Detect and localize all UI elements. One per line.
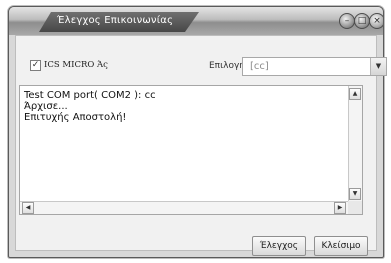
log-line: Test COM port( COM2 ): cc [24, 90, 156, 101]
options-row: ✓ ICS MICRO Άς Επιλογή [cc] ▼ [30, 56, 387, 76]
scroll-down-icon[interactable]: ▼ [349, 188, 361, 200]
select-label: Επιλογή [209, 61, 246, 71]
selection-dropdown[interactable]: [cc] ▼ [242, 57, 387, 76]
close-button[interactable]: Κλείσιμο [314, 236, 368, 256]
horizontal-scrollbar[interactable]: ◀ ▶ [20, 201, 348, 214]
log-output-area[interactable]: Test COM port( COM2 ): cc Άρχισε... Επιτ… [19, 85, 363, 215]
window-title: Έλεγχος Επικοινωνίας [57, 15, 174, 26]
selection-value: [cc] [250, 61, 269, 72]
scroll-left-icon[interactable]: ◀ [22, 202, 34, 214]
scroll-up-icon[interactable]: ▲ [349, 88, 361, 100]
title-bar[interactable]: Έλεγχος Επικοινωνίας – □ × [9, 7, 383, 35]
minimize-button[interactable]: – [339, 13, 355, 29]
maximize-button[interactable]: □ [354, 13, 370, 29]
ics-micro-checkbox-label[interactable]: ICS MICRO Άς [44, 60, 108, 70]
scrollbar-corner [348, 201, 362, 214]
vertical-scrollbar[interactable]: ▲ ▼ [348, 86, 362, 202]
close-window-button[interactable]: × [369, 13, 383, 29]
log-line: Επιτυχής Αποστολή! [24, 112, 127, 123]
chevron-down-icon[interactable]: ▼ [370, 58, 386, 75]
checkmark-icon: ✓ [31, 60, 40, 70]
check-button[interactable]: Έλεγχος [252, 236, 306, 256]
log-text: Test COM port( COM2 ): cc Άρχισε... Επιτ… [24, 90, 344, 123]
log-line: Άρχισε... [24, 101, 68, 112]
scroll-right-icon[interactable]: ▶ [334, 202, 346, 214]
ics-micro-checkbox[interactable]: ✓ [30, 60, 41, 71]
